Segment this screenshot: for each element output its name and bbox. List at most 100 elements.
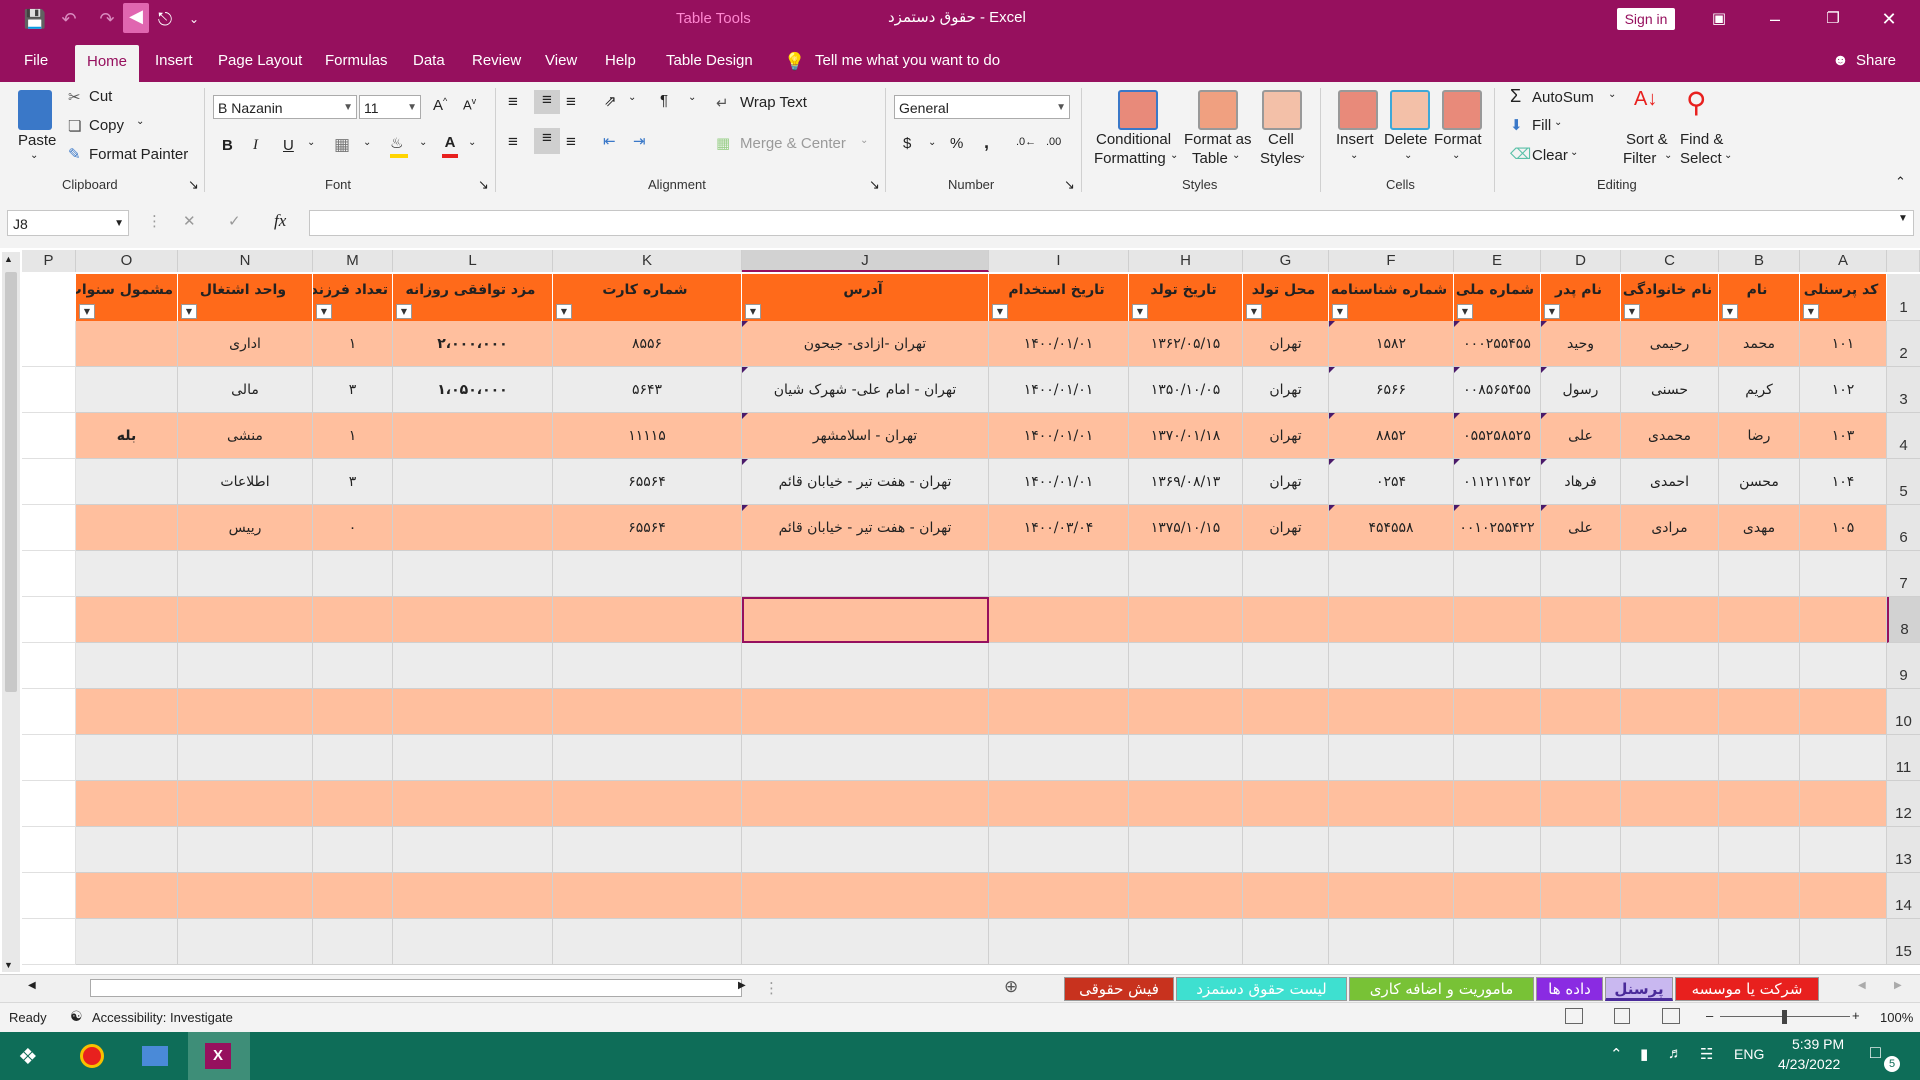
table-cell[interactable]: مالی: [178, 367, 313, 413]
volume-icon[interactable]: ♬: [1668, 1045, 1683, 1062]
table-cell[interactable]: [742, 735, 989, 781]
clear-dropdown-icon[interactable]: ⌄: [1570, 147, 1578, 158]
filter-dropdown-icon[interactable]: ▼: [1132, 304, 1148, 319]
decrease-decimal-icon[interactable]: .00: [1046, 136, 1061, 148]
underline-dropdown-icon[interactable]: ⌄: [307, 137, 315, 148]
filter-dropdown-icon[interactable]: ▼: [1332, 304, 1348, 319]
sheet-cell[interactable]: [22, 919, 76, 965]
table-cell[interactable]: مرادی: [1621, 505, 1719, 551]
chrome-icon[interactable]: [80, 1044, 104, 1068]
table-cell[interactable]: ۰۰۸۵۶۵۴۵۵: [1454, 367, 1541, 413]
currency-dropdown-icon[interactable]: ⌄: [928, 137, 936, 148]
table-cell[interactable]: ۰۱۱۲۱۱۴۵۲: [1454, 459, 1541, 505]
table-cell[interactable]: [742, 781, 989, 827]
table-cell[interactable]: [76, 505, 178, 551]
customize-qat-icon[interactable]: ⌄: [181, 6, 207, 32]
table-cell[interactable]: رحیمی: [1621, 321, 1719, 367]
active-cell-j8[interactable]: [742, 597, 989, 643]
sheet-tab[interactable]: شرکت یا موسسه: [1675, 977, 1819, 1001]
number-format-select[interactable]: General ▼: [894, 95, 1070, 119]
column-header-n[interactable]: N: [178, 250, 313, 272]
table-cell[interactable]: [1454, 597, 1541, 643]
table-cell[interactable]: ۱۰۱: [1800, 321, 1887, 367]
table-cell[interactable]: [1129, 873, 1243, 919]
table-cell[interactable]: ۰۲۵۴: [1329, 459, 1454, 505]
table-cell[interactable]: [1329, 781, 1454, 827]
notification-icon[interactable]: □: [1870, 1042, 1881, 1063]
table-cell[interactable]: منشی: [178, 413, 313, 459]
font-launcher-icon[interactable]: ↘: [478, 177, 489, 193]
align-center-icon[interactable]: ≡: [534, 128, 560, 154]
sheet-tab[interactable]: پرسنل: [1605, 977, 1673, 1001]
table-cell[interactable]: [1243, 689, 1329, 735]
underline-button[interactable]: U: [283, 137, 294, 154]
table-cell[interactable]: ۶۵۵۶۴: [553, 505, 742, 551]
table-cell[interactable]: [1719, 827, 1800, 873]
table-cell[interactable]: [989, 781, 1129, 827]
table-cell[interactable]: [989, 919, 1129, 965]
table-cell[interactable]: [76, 689, 178, 735]
conditional-formatting-button[interactable]: Conditional: [1096, 131, 1171, 148]
format-cells-button[interactable]: Format: [1434, 131, 1482, 148]
sheet-cell[interactable]: [22, 367, 76, 413]
table-cell[interactable]: [76, 735, 178, 781]
column-header-j[interactable]: J: [742, 250, 989, 272]
row-header-1[interactable]: 1: [1887, 274, 1920, 321]
delete-cells-icon[interactable]: [1390, 90, 1430, 130]
table-cell[interactable]: [313, 643, 393, 689]
table-cell[interactable]: [76, 781, 178, 827]
table-cell[interactable]: [393, 781, 553, 827]
table-cell[interactable]: [553, 781, 742, 827]
table-cell[interactable]: [989, 551, 1129, 597]
table-cell[interactable]: محمدی: [1621, 413, 1719, 459]
table-cell[interactable]: [393, 505, 553, 551]
table-cell[interactable]: ۰: [313, 505, 393, 551]
ribbon-display-icon[interactable]: ▣: [1706, 6, 1732, 32]
table-cell[interactable]: [1541, 919, 1621, 965]
font-name-select[interactable]: B Nazanin ▼: [213, 95, 357, 119]
table-cell[interactable]: [1329, 919, 1454, 965]
select-all-corner[interactable]: [1887, 250, 1920, 272]
font-color-dropdown-icon[interactable]: ⌄: [468, 137, 476, 148]
chevron-down-icon[interactable]: ⌄: [1664, 150, 1672, 161]
table-cell[interactable]: [1541, 827, 1621, 873]
row-header-13[interactable]: 13: [1887, 827, 1920, 873]
table-cell[interactable]: [1621, 873, 1719, 919]
table-cell[interactable]: [1719, 643, 1800, 689]
comma-button[interactable]: ,: [984, 132, 989, 153]
table-cell[interactable]: ۵۶۴۳: [553, 367, 742, 413]
font-color-icon[interactable]: A: [442, 134, 458, 158]
tell-me-box[interactable]: Tell me what you want to do: [815, 52, 1000, 69]
table-cell[interactable]: [1719, 735, 1800, 781]
table-cell[interactable]: [1329, 735, 1454, 781]
find-select-icon[interactable]: ⚲: [1686, 86, 1707, 119]
currency-button[interactable]: $: [903, 135, 911, 152]
table-cell[interactable]: تهران - امام علی- شهرک شیان: [742, 367, 989, 413]
table-cell[interactable]: [1800, 551, 1887, 597]
column-header-h[interactable]: H: [1129, 250, 1243, 272]
tab-page-layout[interactable]: Page Layout: [218, 52, 302, 69]
windows-start-icon[interactable]: ❖: [18, 1044, 38, 1070]
filter-dropdown-icon[interactable]: ▼: [181, 304, 197, 319]
filter-dropdown-icon[interactable]: ▼: [1803, 304, 1819, 319]
tab-view[interactable]: View: [545, 52, 577, 69]
table-cell[interactable]: ۱۴۰۰/۰۱/۰۱: [989, 321, 1129, 367]
normal-view-icon[interactable]: [1565, 1008, 1583, 1024]
table-cell[interactable]: [1129, 919, 1243, 965]
table-cell[interactable]: تهران: [1243, 505, 1329, 551]
middle-align-icon[interactable]: ≡: [534, 90, 560, 114]
sheet-cell[interactable]: [22, 551, 76, 597]
table-cell[interactable]: ۰۰۰۲۵۵۴۵۵: [1454, 321, 1541, 367]
table-cell[interactable]: [313, 689, 393, 735]
clear-button[interactable]: Clear: [1532, 147, 1568, 164]
wifi-icon[interactable]: ☵: [1700, 1045, 1713, 1063]
text-direction-icon[interactable]: ¶: [660, 92, 668, 109]
conditional-formatting-icon[interactable]: [1118, 90, 1158, 130]
filter-dropdown-icon[interactable]: ▼: [556, 304, 572, 319]
clock-time[interactable]: 5:39 PM: [1792, 1036, 1844, 1052]
column-header-d[interactable]: D: [1541, 250, 1621, 272]
table-cell[interactable]: اداری: [178, 321, 313, 367]
share-button[interactable]: Share: [1856, 52, 1896, 69]
file-explorer-icon[interactable]: [142, 1046, 168, 1066]
alignment-launcher-icon[interactable]: ↘: [869, 177, 880, 193]
